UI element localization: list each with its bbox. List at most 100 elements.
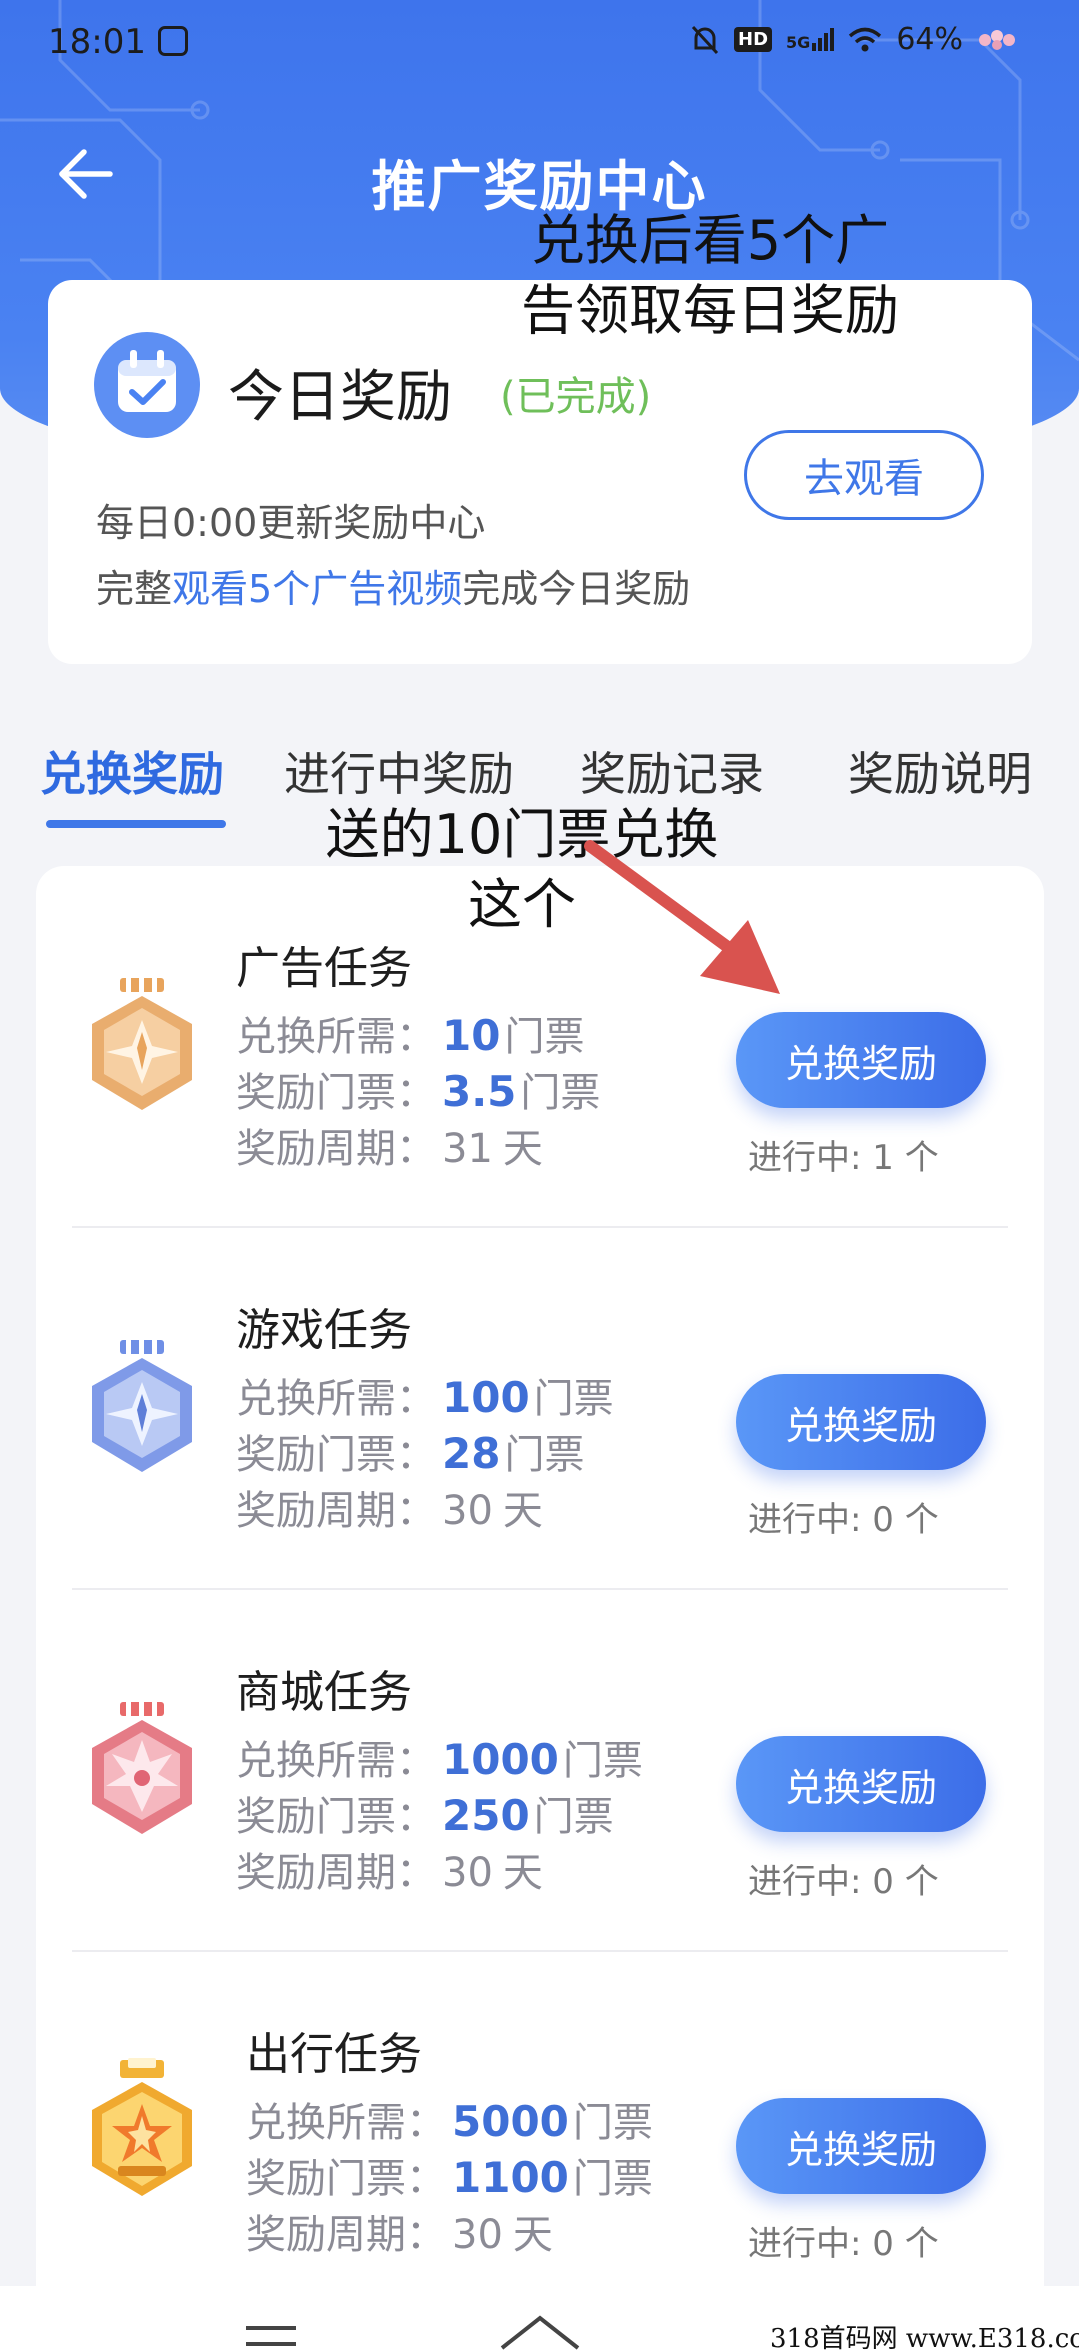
need-label: 兑换所需： [236, 1738, 436, 1784]
period-value: 31 [442, 1126, 493, 1172]
task-title: 广告任务 [236, 943, 412, 994]
notification-app-icon [158, 26, 188, 56]
signal-icon: 5G [786, 28, 835, 52]
period-value: 30 [442, 1850, 493, 1896]
annotation-top-line2: 告领取每日奖励 [521, 279, 899, 342]
need-value: 10 [442, 1011, 501, 1060]
exchange-reward-button[interactable]: 兑换奖励 [736, 1736, 986, 1832]
task-title: 游戏任务 [236, 1305, 412, 1356]
status-bar: 18:01 HD 5G 64% [0, 0, 1079, 86]
gold-medal-icon [92, 2058, 192, 2196]
reward-label: 奖励门票： [246, 2156, 446, 2202]
active-tab-indicator [46, 820, 226, 828]
wifi-icon [849, 27, 882, 51]
day-unit: 天 [502, 1126, 543, 1172]
annotation-arrow-icon [584, 840, 780, 994]
reward-period: 奖励周期： 30 天 [236, 1478, 543, 1536]
instruction-text: 完整观看5个广告视频完成今日奖励 [96, 556, 690, 622]
reward-value: 1100 [452, 2153, 569, 2202]
bronze-medal-icon [92, 976, 192, 1110]
reward-period: 奖励周期： 31 天 [236, 1116, 543, 1174]
daily-reward-description: 每日0:00更新奖励中心 完整观看5个广告视频完成今日奖励 [96, 490, 690, 622]
period-label: 奖励周期： [246, 2212, 446, 2258]
ticket-unit: 门票 [533, 1794, 614, 1840]
annotation-top: 兑换后看5个广 告领取每日奖励 [470, 206, 950, 346]
ticket-unit: 门票 [504, 1432, 585, 1478]
reward-tickets: 奖励门票： 1100 门票 [246, 2146, 653, 2204]
need-label: 兑换所需： [246, 2100, 446, 2146]
period-label: 奖励周期： [236, 1850, 436, 1896]
day-unit: 天 [502, 1488, 543, 1534]
ticket-unit: 门票 [520, 1070, 601, 1116]
reward-value: 250 [442, 1791, 530, 1840]
calendar-check-icon [94, 332, 200, 438]
reward-period: 奖励周期： 30 天 [236, 1840, 543, 1898]
list-item: 游戏任务 兑换所需： 100 门票 奖励门票： 28 门票 奖励周期： 30 天 兑换奖励 … [36, 1228, 1044, 1590]
watch-ad-button[interactable]: 去观看 [744, 430, 984, 520]
task-list: 广告任务 兑换所需： 10 门票 奖励门票： 3.5 门票 奖励周期： 31 天 兑换奖励 … [36, 866, 1044, 2350]
exchange-requirement: 兑换所需： 100 门票 [236, 1366, 614, 1424]
day-unit: 天 [512, 2212, 553, 2258]
instruction-suffix: 完成今日奖励 [462, 567, 691, 611]
menu-icon[interactable] [244, 2324, 298, 2350]
exchange-reward-button[interactable]: 兑换奖励 [736, 1374, 986, 1470]
network-type: 5G [786, 33, 811, 52]
period-value: 30 [442, 1488, 493, 1534]
day-unit: 天 [502, 1850, 543, 1896]
tab-reward-instructions[interactable]: 奖励说明 [848, 738, 1032, 804]
watch-videos-link[interactable]: 观看5个广告视频 [172, 567, 462, 611]
exchange-requirement: 兑换所需： 10 门票 [236, 1004, 584, 1062]
ticket-unit: 门票 [504, 1014, 585, 1060]
ticket-unit: 门票 [572, 2100, 653, 2146]
update-time-text: 每日0:00更新奖励中心 [96, 501, 486, 545]
period-label: 奖励周期： [236, 1488, 436, 1534]
daily-reward-title: 今日奖励 [228, 365, 452, 430]
in-progress-count: 进行中: 1 个 [748, 1138, 939, 1178]
tab-exchange-reward[interactable]: 兑换奖励 [40, 738, 224, 804]
period-value: 30 [452, 2212, 503, 2258]
ticket-unit: 门票 [562, 1738, 643, 1784]
list-item: 出行任务 兑换所需： 5000 门票 奖励门票： 1100 门票 奖励周期： 30 天 兑换… [36, 1952, 1044, 2314]
need-value: 5000 [452, 2097, 569, 2146]
need-label: 兑换所需： [236, 1014, 436, 1060]
status-icons: HD 5G 64% [690, 22, 1021, 57]
home-icon[interactable] [498, 2314, 582, 2350]
task-title: 出行任务 [246, 2029, 422, 2080]
exchange-requirement: 兑换所需： 1000 门票 [236, 1728, 643, 1786]
reward-tickets: 奖励门票： 3.5 门票 [236, 1060, 600, 1118]
exchange-reward-button[interactable]: 兑换奖励 [736, 2098, 986, 2194]
status-time: 18:01 [48, 22, 146, 62]
reward-label: 奖励门票： [236, 1794, 436, 1840]
battery-text: 64% [896, 22, 963, 57]
reward-label: 奖励门票： [236, 1432, 436, 1478]
tab-reward-records[interactable]: 奖励记录 [580, 738, 764, 804]
ticket-unit: 门票 [572, 2156, 653, 2202]
silver-medal-icon [92, 1338, 192, 1472]
in-progress-count: 进行中: 0 个 [748, 1862, 939, 1902]
reward-value: 3.5 [442, 1067, 517, 1116]
need-value: 1000 [442, 1735, 559, 1784]
tab-in-progress[interactable]: 进行中奖励 [284, 738, 514, 804]
reward-period: 奖励周期： 30 天 [246, 2202, 553, 2260]
need-label: 兑换所需： [236, 1376, 436, 1422]
exchange-requirement: 兑换所需： 5000 门票 [246, 2090, 653, 2148]
annotation-top-line1: 兑换后看5个广 [530, 209, 890, 272]
reward-tickets: 奖励门票： 250 门票 [236, 1784, 614, 1842]
exchange-reward-button[interactable]: 兑换奖励 [736, 1012, 986, 1108]
reward-label: 奖励门票： [236, 1070, 436, 1116]
in-progress-count: 进行中: 0 个 [748, 1500, 939, 1540]
reward-value: 28 [442, 1429, 501, 1478]
ticket-unit: 门票 [533, 1376, 614, 1422]
bell-muted-icon [691, 25, 719, 54]
instruction-prefix: 完整 [96, 567, 173, 611]
reward-tickets: 奖励门票： 28 门票 [236, 1422, 584, 1480]
daily-reward-status: (已完成) [500, 374, 652, 420]
in-progress-count: 进行中: 0 个 [748, 2224, 939, 2264]
hd-badge: HD [734, 27, 773, 52]
battery-decor-icon [979, 29, 1015, 50]
period-label: 奖励周期： [236, 1126, 436, 1172]
list-item: 商城任务 兑换所需： 1000 门票 奖励门票： 250 门票 奖励周期： 30 天 兑换奖… [36, 1590, 1044, 1952]
need-value: 100 [442, 1373, 530, 1422]
red-medal-icon [92, 1700, 192, 1834]
task-title: 商城任务 [236, 1667, 412, 1718]
